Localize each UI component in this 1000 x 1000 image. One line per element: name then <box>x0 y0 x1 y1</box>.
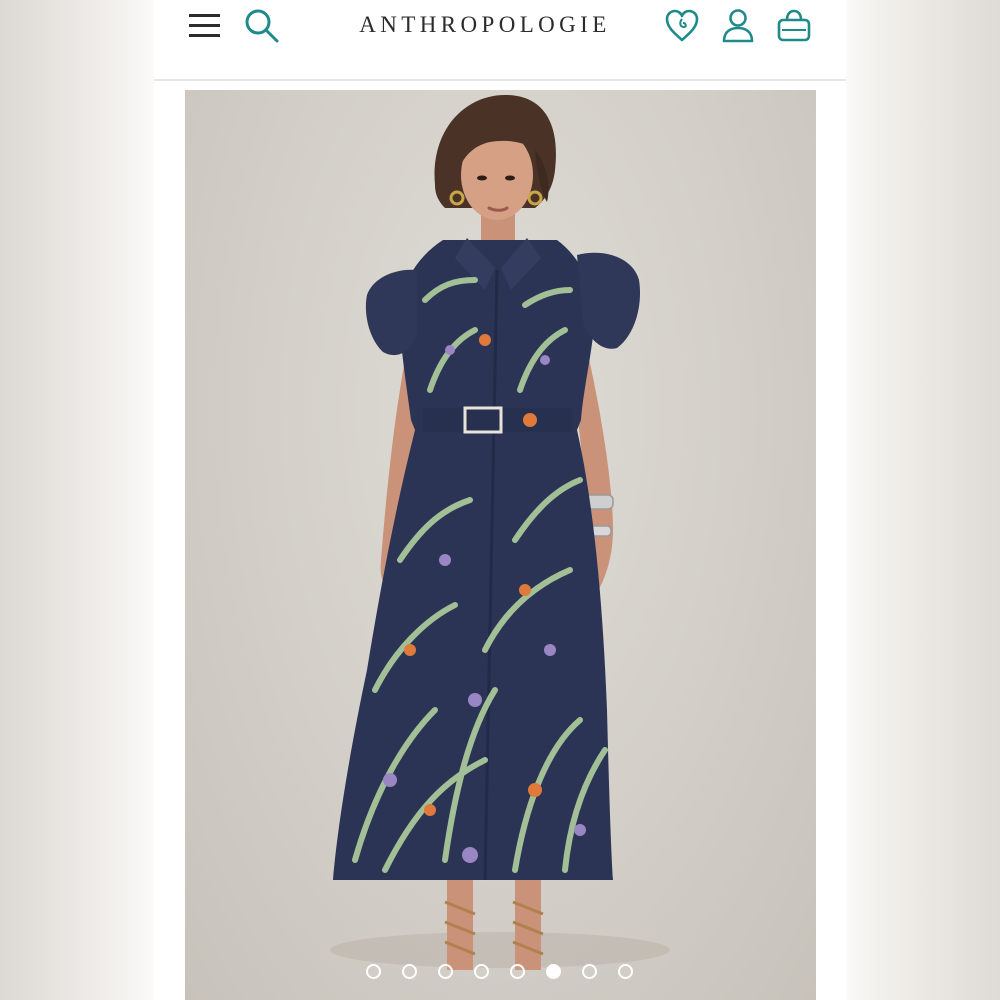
shopping-bag-icon[interactable] <box>776 8 812 44</box>
product-photo <box>330 95 670 970</box>
carousel-dot-5[interactable] <box>510 964 525 979</box>
account-icon[interactable] <box>721 8 755 44</box>
site-header: ANTHROPOLOGIE <box>154 0 846 81</box>
carousel-pagination <box>359 960 639 990</box>
heart-icon[interactable] <box>664 8 700 44</box>
mobile-screen: ANTHROPOLOGIE <box>154 0 846 1000</box>
carousel-dot-8[interactable] <box>618 964 633 979</box>
carousel-dot-7[interactable] <box>582 964 597 979</box>
carousel-dot-2[interactable] <box>402 964 417 979</box>
brand-logo[interactable]: ANTHROPOLOGIE <box>340 10 630 40</box>
carousel-dot-4[interactable] <box>474 964 489 979</box>
product-image[interactable] <box>185 90 816 1000</box>
carousel-dot-6[interactable] <box>546 964 561 979</box>
menu-icon[interactable] <box>188 12 222 40</box>
search-icon[interactable] <box>244 8 280 44</box>
carousel-dot-1[interactable] <box>366 964 381 979</box>
carousel-dot-3[interactable] <box>438 964 453 979</box>
